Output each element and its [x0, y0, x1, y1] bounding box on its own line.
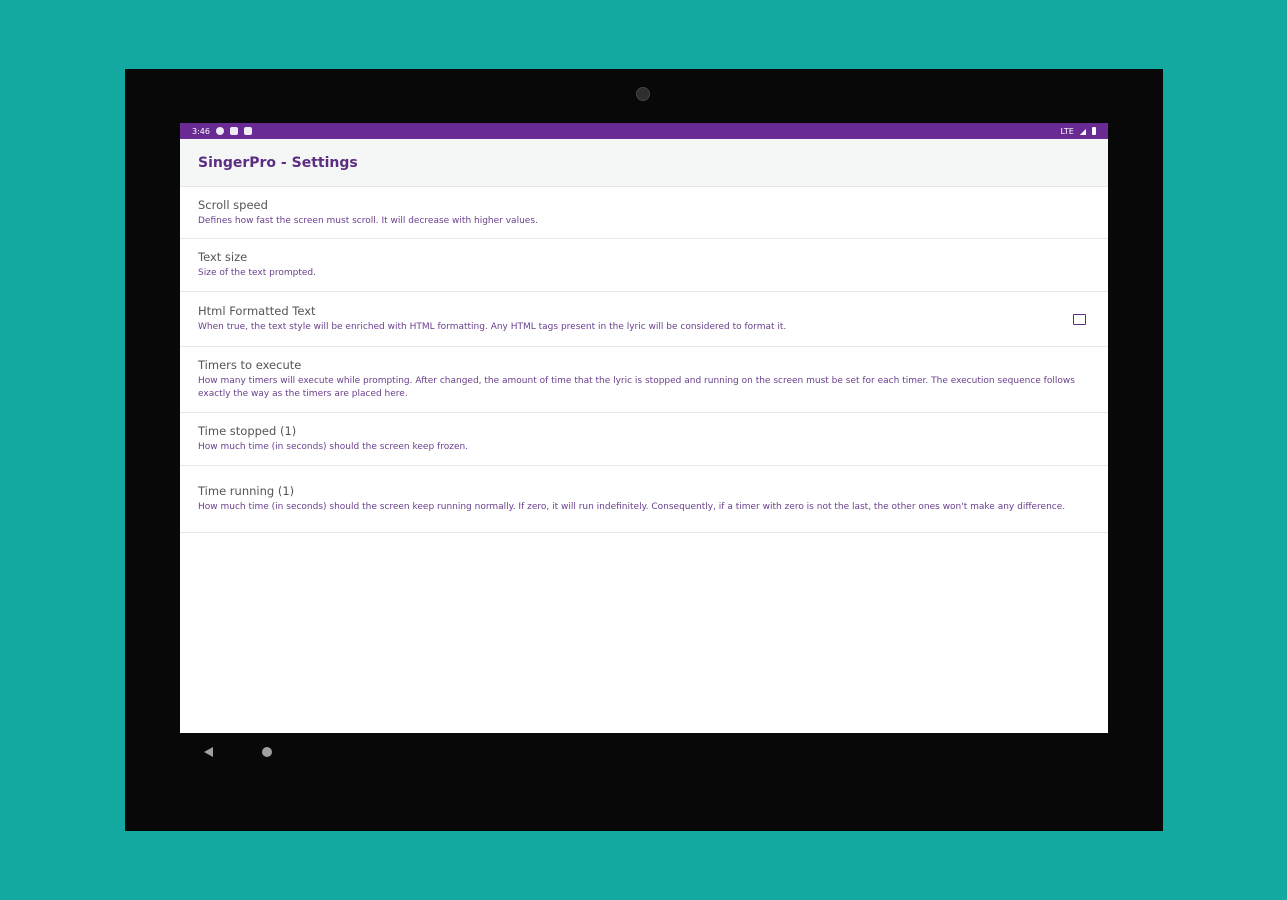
navigation-bar: [180, 743, 1108, 763]
pref-title: Html Formatted Text: [198, 304, 316, 318]
clipboard-icon: [243, 127, 252, 135]
pref-title: Text size: [198, 250, 248, 264]
home-icon[interactable]: [262, 747, 272, 757]
gear-icon: [215, 127, 224, 135]
app-screen: 3:46 LTE ◢ SingerPro - Settings Scroll s…: [180, 123, 1108, 733]
camera-icon: [636, 87, 650, 101]
pref-summary: Size of the text prompted.: [198, 268, 316, 278]
back-icon[interactable]: [204, 747, 213, 757]
pref-time-stopped[interactable]: Time stopped (1) How much time (in secon…: [180, 413, 1108, 466]
pref-summary: How much time (in seconds) should the sc…: [198, 442, 469, 452]
wifi-icon: ◢: [1079, 126, 1086, 136]
pref-timers-to-execute[interactable]: Timers to execute How many timers will e…: [180, 347, 1108, 413]
status-time: 3:46: [192, 126, 210, 136]
tablet-frame: 3:46 LTE ◢ SingerPro - Settings Scroll s…: [125, 69, 1163, 831]
pref-summary: Defines how fast the screen must scroll.…: [198, 215, 538, 226]
pref-html-formatted-text[interactable]: Html Formatted Text When true, the text …: [180, 292, 1108, 347]
page-title: SingerPro - Settings: [198, 154, 358, 171]
signal-label: LTE: [1060, 126, 1074, 136]
html-formatted-checkbox[interactable]: [1073, 313, 1086, 325]
pref-title: Time stopped (1): [198, 424, 297, 438]
pref-text-size[interactable]: Text size Size of the text prompted.: [180, 239, 1108, 292]
notification-icon: [229, 127, 238, 135]
pref-summary: How many timers will execute while promp…: [198, 376, 1075, 399]
pref-summary: When true, the text style will be enrich…: [198, 322, 787, 332]
status-bar: 3:46 LTE ◢: [180, 123, 1108, 139]
pref-scroll-speed[interactable]: Scroll speed Defines how fast the screen…: [180, 187, 1108, 239]
battery-icon: [1092, 127, 1096, 135]
pref-title: Scroll speed: [198, 197, 268, 212]
pref-summary: How much time (in seconds) should the sc…: [198, 502, 1066, 512]
pref-title: Timers to execute: [198, 358, 302, 372]
pref-title: Time running (1): [198, 484, 295, 498]
app-bar: SingerPro - Settings: [180, 139, 1108, 187]
pref-time-running[interactable]: Time running (1) How much time (in secon…: [180, 466, 1108, 533]
